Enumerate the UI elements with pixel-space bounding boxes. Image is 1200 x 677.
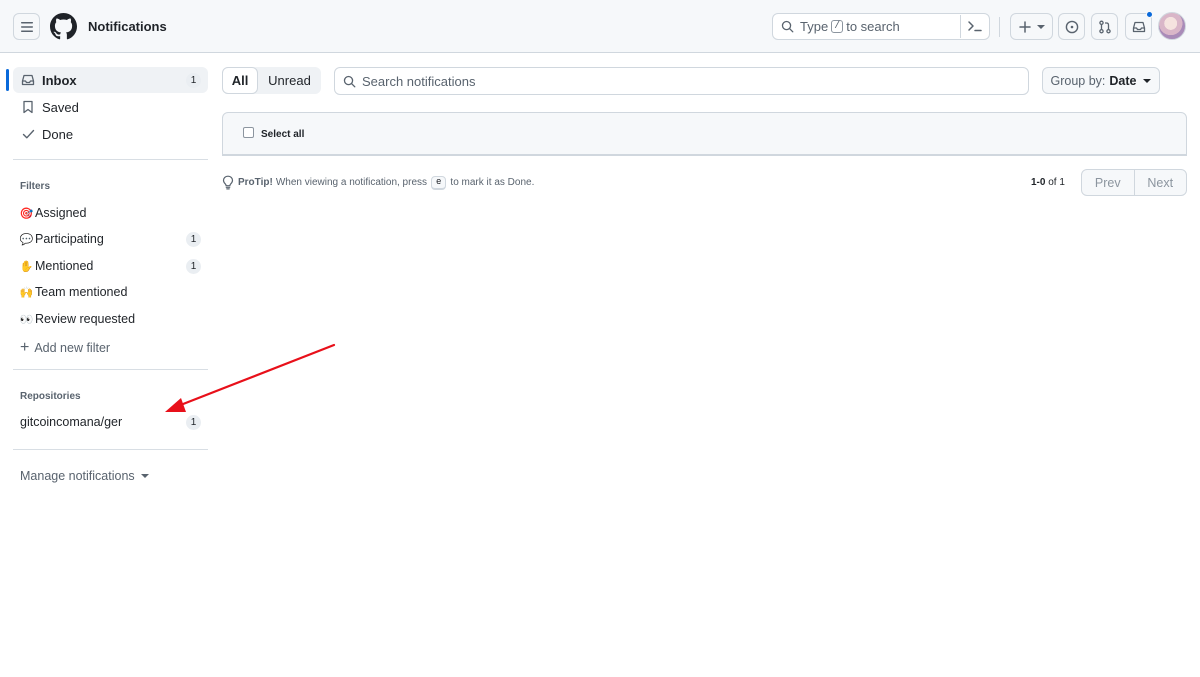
next-page-button[interactable]: Next [1133, 170, 1187, 195]
issue-opened-icon [1065, 20, 1078, 33]
select-all-checkbox[interactable] [243, 127, 254, 138]
light-bulb-icon [222, 175, 234, 190]
sidebar-item-label: Inbox [42, 72, 77, 88]
protip-lead: ProTip! [238, 177, 273, 188]
filter-count-badge: 1 [186, 259, 201, 274]
add-new-filter-button[interactable]: + Add new filter [20, 338, 110, 358]
filter-label: Team mentioned [35, 285, 128, 299]
repository-name: gitcoincomana/ger [20, 415, 123, 429]
repository-item[interactable]: gitcoincomana/ger 1 [13, 410, 208, 434]
group-by-value: Date [1109, 73, 1137, 88]
sidebar-item-saved[interactable]: Saved [13, 94, 208, 120]
target-icon: 🎯 [19, 207, 34, 220]
speech-bubble-icon: 💬 [19, 233, 34, 246]
repositories-heading: Repositories [20, 391, 81, 402]
sidebar-item-label: Done [42, 126, 74, 142]
pull-requests-button[interactable] [1091, 13, 1118, 40]
filter-label: Review requested [35, 312, 136, 326]
chevron-down-icon [1036, 24, 1045, 29]
pagination-total: of 1 [1048, 177, 1065, 188]
filter-item-assigned[interactable]: 🎯 Assigned [13, 201, 208, 225]
tab-all[interactable]: All [222, 67, 258, 94]
group-by-dropdown[interactable]: Group by: Date [1042, 67, 1160, 94]
search-hint-prefix: Type [800, 19, 829, 34]
search-icon [781, 20, 794, 33]
tab-unread[interactable]: Unread [258, 67, 321, 94]
check-icon [20, 128, 36, 140]
command-palette-icon[interactable] [967, 19, 983, 33]
sidebar-divider [13, 449, 208, 450]
git-pull-request-icon [1098, 20, 1111, 33]
filter-count-badge: 1 [186, 232, 201, 247]
manage-notifications-dropdown[interactable]: Manage notifications [20, 469, 149, 483]
filter-label: Assigned [35, 206, 87, 220]
filter-item-mentioned[interactable]: ✋ Mentioned 1 [13, 254, 208, 278]
inbox-count-badge: 1 [186, 73, 201, 88]
header-separator [999, 17, 1000, 37]
filters-heading: Filters [20, 181, 51, 192]
inbox-icon [1132, 21, 1145, 32]
pagination-range: 1-0 [1031, 177, 1046, 188]
read-filter-segmented-control: All Unread [222, 67, 321, 94]
unread-indicator-dot [1146, 11, 1153, 18]
active-nav-indicator [6, 69, 9, 91]
filter-item-review-requested[interactable]: 👀 Review requested [13, 307, 208, 331]
manage-notifications-label: Manage notifications [20, 469, 135, 483]
sidebar-divider [13, 369, 208, 370]
create-new-button[interactable] [1010, 13, 1053, 40]
plus-icon: + [20, 339, 30, 356]
sidebar-item-inbox[interactable]: Inbox 1 [13, 67, 208, 93]
eyes-icon: 👀 [19, 313, 34, 326]
protip-text-after: to mark it as Done. [450, 177, 535, 188]
sidebar-item-label: Saved [42, 99, 79, 115]
pagination-info: 1-0 of 1 [1031, 177, 1065, 188]
repository-count-badge: 1 [186, 415, 201, 430]
sidebar-divider [13, 159, 208, 160]
inbox-icon [20, 73, 36, 87]
hamburger-icon [20, 21, 33, 32]
hamburger-menu-button[interactable] [13, 13, 40, 40]
protip: ProTip! When viewing a notification, pre… [222, 175, 534, 190]
page-title: Notifications [88, 19, 167, 34]
group-by-label: Group by: [1050, 73, 1106, 88]
chevron-down-icon [140, 474, 149, 478]
search-divider [960, 15, 961, 38]
search-hint-key: / [831, 20, 844, 33]
user-avatar[interactable] [1158, 12, 1186, 40]
global-search-hint: Type / to search [800, 19, 900, 34]
sidebar-item-done[interactable]: Done [13, 121, 208, 147]
prev-page-button[interactable]: Prev [1082, 170, 1134, 195]
search-hint-suffix: to search [846, 19, 900, 34]
raised-hands-icon: 🙌 [19, 286, 34, 299]
notifications-search [334, 67, 1029, 95]
chevron-down-icon [1143, 78, 1152, 83]
filter-label: Mentioned [35, 259, 94, 273]
filter-label: Participating [35, 232, 104, 246]
protip-key: e [431, 175, 447, 190]
global-search-button[interactable]: Type / to search [772, 13, 990, 40]
search-notifications-input[interactable] [362, 73, 1002, 89]
raised-hand-icon: ✋ [19, 260, 34, 273]
filter-item-participating[interactable]: 💬 Participating 1 [13, 227, 208, 251]
top-navigation-bar: Notifications Type / to search [0, 0, 1200, 53]
search-icon [343, 75, 356, 87]
pagination-controls: Prev Next [1081, 169, 1187, 196]
protip-text-before: When viewing a notification, press [275, 177, 428, 188]
issues-button[interactable] [1058, 13, 1085, 40]
add-filter-label: Add new filter [34, 341, 111, 355]
select-all-label[interactable]: Select all [261, 129, 304, 140]
notifications-list-header: Select all [222, 112, 1187, 156]
github-logo-icon[interactable] [50, 13, 77, 40]
bookmark-icon [20, 100, 36, 114]
plus-icon [1018, 20, 1031, 33]
filter-item-team-mentioned[interactable]: 🙌 Team mentioned [13, 280, 208, 304]
